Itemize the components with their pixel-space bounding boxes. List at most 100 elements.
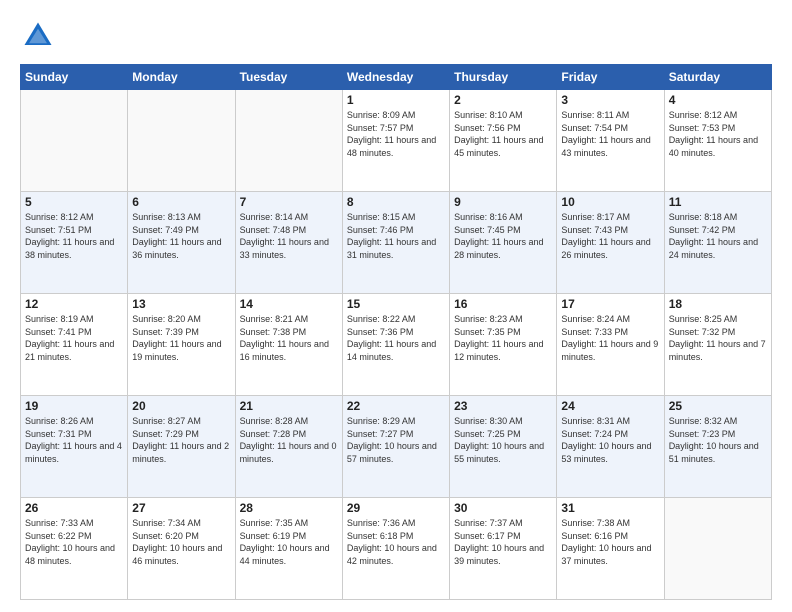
day-info: Sunrise: 8:30 AM Sunset: 7:25 PM Dayligh… bbox=[454, 415, 552, 465]
calendar-cell: 4Sunrise: 8:12 AM Sunset: 7:53 PM Daylig… bbox=[664, 90, 771, 192]
calendar-cell: 2 Sunrise: 8:10 AM Sunset: 7:56 PM Daylig… bbox=[450, 90, 557, 192]
day-info: Sunrise: 8:18 AM Sunset: 7:42 PM Dayligh… bbox=[669, 211, 767, 261]
calendar-header-row: SundayMondayTuesdayWednesdayThursdayFrid… bbox=[21, 65, 772, 90]
col-header-sunday: Sunday bbox=[21, 65, 128, 90]
day-info: Sunrise: 8:23 AM Sunset: 7:35 PM Dayligh… bbox=[454, 313, 552, 363]
day-info: Sunrise: 8:10 AM Sunset: 7:56 PM Dayligh… bbox=[454, 109, 552, 159]
calendar-cell: 25 Sunrise: 8:32 AM Sunset: 7:23 PM Dayli… bbox=[664, 396, 771, 498]
day-number: 15 bbox=[347, 297, 445, 311]
col-header-thursday: Thursday bbox=[450, 65, 557, 90]
day-info: Sunrise: 8:15 AM Sunset: 7:46 PM Dayligh… bbox=[347, 211, 445, 261]
calendar-cell: 17Sunrise: 8:24 AM Sunset: 7:33 PM Dayli… bbox=[557, 294, 664, 396]
day-info: Sunrise: 8:28 AM Sunset: 7:28 PM Dayligh… bbox=[240, 415, 338, 465]
day-number: 12 bbox=[25, 297, 123, 311]
day-info: Sunrise: 7:37 AM Sunset: 6:17 PM Dayligh… bbox=[454, 517, 552, 567]
col-header-wednesday: Wednesday bbox=[342, 65, 449, 90]
calendar-cell: 13 Sunrise: 8:20 AM Sunset: 7:39 PM Dayli… bbox=[128, 294, 235, 396]
day-number: 1 bbox=[347, 93, 445, 107]
logo-icon bbox=[20, 18, 56, 54]
calendar-cell: 19 Sunrise: 8:26 AM Sunset: 7:31 PM Dayli… bbox=[21, 396, 128, 498]
calendar-cell: 7 Sunrise: 8:14 AM Sunset: 7:48 PM Daylig… bbox=[235, 192, 342, 294]
calendar-cell bbox=[664, 498, 771, 600]
calendar-week-0: 1 Sunrise: 8:09 AM Sunset: 7:57 PM Daylig… bbox=[21, 90, 772, 192]
calendar-cell: 31 Sunrise: 7:38 AM Sunset: 6:16 PM Dayli… bbox=[557, 498, 664, 600]
calendar-table: SundayMondayTuesdayWednesdayThursdayFrid… bbox=[20, 64, 772, 600]
day-number: 17 bbox=[561, 297, 659, 311]
day-number: 22 bbox=[347, 399, 445, 413]
calendar-cell: 27 Sunrise: 7:34 AM Sunset: 6:20 PM Dayli… bbox=[128, 498, 235, 600]
day-info: Sunrise: 7:34 AM Sunset: 6:20 PM Dayligh… bbox=[132, 517, 230, 567]
calendar-cell: 24Sunrise: 8:31 AM Sunset: 7:24 PM Dayli… bbox=[557, 396, 664, 498]
header bbox=[20, 18, 772, 54]
day-info: Sunrise: 8:31 AM Sunset: 7:24 PM Dayligh… bbox=[561, 415, 659, 465]
day-info: Sunrise: 8:16 AM Sunset: 7:45 PM Dayligh… bbox=[454, 211, 552, 261]
calendar-cell: 10Sunrise: 8:17 AM Sunset: 7:43 PM Dayli… bbox=[557, 192, 664, 294]
calendar-cell: 5 Sunrise: 8:12 AM Sunset: 7:51 PM Daylig… bbox=[21, 192, 128, 294]
day-info: Sunrise: 7:33 AM Sunset: 6:22 PM Dayligh… bbox=[25, 517, 123, 567]
day-number: 4 bbox=[669, 93, 767, 107]
day-info: Sunrise: 8:29 AM Sunset: 7:27 PM Dayligh… bbox=[347, 415, 445, 465]
col-header-friday: Friday bbox=[557, 65, 664, 90]
calendar-week-1: 5 Sunrise: 8:12 AM Sunset: 7:51 PM Daylig… bbox=[21, 192, 772, 294]
day-info: Sunrise: 8:21 AM Sunset: 7:38 PM Dayligh… bbox=[240, 313, 338, 363]
logo bbox=[20, 18, 60, 54]
day-number: 18 bbox=[669, 297, 767, 311]
day-number: 27 bbox=[132, 501, 230, 515]
day-info: Sunrise: 8:27 AM Sunset: 7:29 PM Dayligh… bbox=[132, 415, 230, 465]
day-number: 11 bbox=[669, 195, 767, 209]
calendar-cell: 6Sunrise: 8:13 AM Sunset: 7:49 PM Daylig… bbox=[128, 192, 235, 294]
day-info: Sunrise: 8:17 AM Sunset: 7:43 PM Dayligh… bbox=[561, 211, 659, 261]
day-number: 25 bbox=[669, 399, 767, 413]
calendar-cell: 11 Sunrise: 8:18 AM Sunset: 7:42 PM Dayli… bbox=[664, 192, 771, 294]
day-number: 3 bbox=[561, 93, 659, 107]
day-number: 2 bbox=[454, 93, 552, 107]
day-number: 14 bbox=[240, 297, 338, 311]
day-info: Sunrise: 7:38 AM Sunset: 6:16 PM Dayligh… bbox=[561, 517, 659, 567]
day-info: Sunrise: 8:22 AM Sunset: 7:36 PM Dayligh… bbox=[347, 313, 445, 363]
calendar-week-4: 26 Sunrise: 7:33 AM Sunset: 6:22 PM Dayli… bbox=[21, 498, 772, 600]
calendar-week-2: 12 Sunrise: 8:19 AM Sunset: 7:41 PM Dayli… bbox=[21, 294, 772, 396]
day-number: 5 bbox=[25, 195, 123, 209]
day-info: Sunrise: 8:14 AM Sunset: 7:48 PM Dayligh… bbox=[240, 211, 338, 261]
day-info: Sunrise: 8:13 AM Sunset: 7:49 PM Dayligh… bbox=[132, 211, 230, 261]
day-info: Sunrise: 7:35 AM Sunset: 6:19 PM Dayligh… bbox=[240, 517, 338, 567]
day-number: 16 bbox=[454, 297, 552, 311]
calendar-cell: 18 Sunrise: 8:25 AM Sunset: 7:32 PM Dayli… bbox=[664, 294, 771, 396]
day-number: 19 bbox=[25, 399, 123, 413]
day-info: Sunrise: 8:25 AM Sunset: 7:32 PM Dayligh… bbox=[669, 313, 767, 363]
calendar-cell: 12 Sunrise: 8:19 AM Sunset: 7:41 PM Dayli… bbox=[21, 294, 128, 396]
calendar-cell: 26 Sunrise: 7:33 AM Sunset: 6:22 PM Dayli… bbox=[21, 498, 128, 600]
calendar-week-3: 19 Sunrise: 8:26 AM Sunset: 7:31 PM Dayli… bbox=[21, 396, 772, 498]
day-number: 13 bbox=[132, 297, 230, 311]
calendar-cell: 23 Sunrise: 8:30 AM Sunset: 7:25 PM Dayli… bbox=[450, 396, 557, 498]
calendar-cell: 3Sunrise: 8:11 AM Sunset: 7:54 PM Daylig… bbox=[557, 90, 664, 192]
day-info: Sunrise: 8:32 AM Sunset: 7:23 PM Dayligh… bbox=[669, 415, 767, 465]
calendar-cell: 16 Sunrise: 8:23 AM Sunset: 7:35 PM Dayli… bbox=[450, 294, 557, 396]
col-header-tuesday: Tuesday bbox=[235, 65, 342, 90]
calendar-cell: 30 Sunrise: 7:37 AM Sunset: 6:17 PM Dayli… bbox=[450, 498, 557, 600]
day-number: 28 bbox=[240, 501, 338, 515]
day-info: Sunrise: 8:09 AM Sunset: 7:57 PM Dayligh… bbox=[347, 109, 445, 159]
day-number: 26 bbox=[25, 501, 123, 515]
calendar-cell bbox=[235, 90, 342, 192]
day-info: Sunrise: 8:26 AM Sunset: 7:31 PM Dayligh… bbox=[25, 415, 123, 465]
calendar-cell bbox=[21, 90, 128, 192]
day-info: Sunrise: 8:19 AM Sunset: 7:41 PM Dayligh… bbox=[25, 313, 123, 363]
day-info: Sunrise: 8:12 AM Sunset: 7:51 PM Dayligh… bbox=[25, 211, 123, 261]
day-number: 23 bbox=[454, 399, 552, 413]
day-number: 30 bbox=[454, 501, 552, 515]
calendar-cell: 21Sunrise: 8:28 AM Sunset: 7:28 PM Dayli… bbox=[235, 396, 342, 498]
day-info: Sunrise: 7:36 AM Sunset: 6:18 PM Dayligh… bbox=[347, 517, 445, 567]
col-header-monday: Monday bbox=[128, 65, 235, 90]
day-number: 8 bbox=[347, 195, 445, 209]
calendar-cell: 14 Sunrise: 8:21 AM Sunset: 7:38 PM Dayli… bbox=[235, 294, 342, 396]
page: SundayMondayTuesdayWednesdayThursdayFrid… bbox=[0, 0, 792, 612]
calendar-cell: 1 Sunrise: 8:09 AM Sunset: 7:57 PM Daylig… bbox=[342, 90, 449, 192]
calendar-cell bbox=[128, 90, 235, 192]
day-info: Sunrise: 8:20 AM Sunset: 7:39 PM Dayligh… bbox=[132, 313, 230, 363]
calendar-cell: 20Sunrise: 8:27 AM Sunset: 7:29 PM Dayli… bbox=[128, 396, 235, 498]
day-number: 31 bbox=[561, 501, 659, 515]
calendar-cell: 22 Sunrise: 8:29 AM Sunset: 7:27 PM Dayli… bbox=[342, 396, 449, 498]
day-number: 7 bbox=[240, 195, 338, 209]
day-number: 29 bbox=[347, 501, 445, 515]
